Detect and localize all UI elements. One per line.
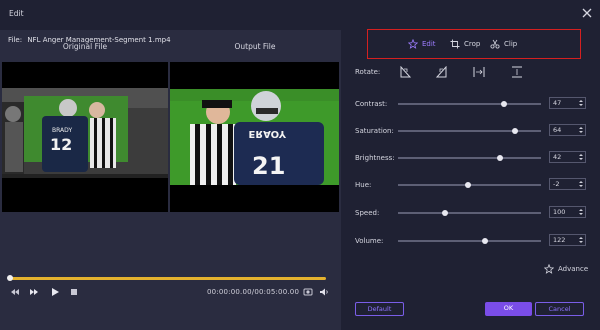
advance-label: Advance: [558, 265, 589, 273]
flip-horizontal-icon[interactable]: [472, 66, 486, 78]
timecode: 00:00:00.00/00:05:00.00: [207, 288, 300, 296]
tab-crop-label: Crop: [464, 40, 481, 48]
tab-clip-label: Clip: [504, 40, 518, 48]
magic-wand-icon: [544, 264, 554, 274]
rotate-label: Rotate:: [355, 68, 381, 76]
adjust-label-2: Brightness:: [355, 154, 395, 162]
flip-vertical-icon[interactable]: [510, 66, 524, 78]
tab-edit[interactable]: Edit: [408, 39, 436, 49]
spinner-arrows-icon[interactable]: [579, 153, 583, 161]
rotate-left-icon[interactable]: [398, 66, 412, 78]
fast-forward-icon[interactable]: [29, 287, 39, 297]
edit-mode-tabs: Edit Crop Clip: [367, 29, 581, 59]
adjust-value: -2: [553, 180, 560, 188]
window-title: Edit: [9, 9, 24, 18]
adjust-label-3: Hue:: [355, 181, 372, 189]
spinner-arrows-icon[interactable]: [579, 180, 583, 188]
adjust-value: 100: [553, 208, 566, 216]
default-button[interactable]: Default: [355, 302, 404, 316]
adjust-slider-track[interactable]: [398, 103, 541, 105]
adjust-value-input[interactable]: 122: [549, 234, 586, 246]
tab-edit-label: Edit: [422, 40, 436, 48]
close-icon[interactable]: [580, 6, 594, 20]
adjust-slider-track[interactable]: [398, 212, 541, 214]
adjust-slider-handle[interactable]: [500, 100, 507, 107]
adjust-value: 64: [553, 126, 562, 134]
play-icon[interactable]: [50, 287, 60, 297]
advance-button[interactable]: Advance: [544, 264, 588, 274]
adjust-label-1: Saturation:: [355, 127, 394, 135]
svg-text:21: 21: [252, 152, 285, 180]
adjust-slider-track[interactable]: [398, 157, 541, 159]
rewind-icon[interactable]: [10, 287, 20, 297]
ok-button[interactable]: OK: [485, 302, 532, 316]
jersey-number-text: 12: [50, 135, 72, 154]
cancel-button[interactable]: Cancel: [535, 302, 584, 316]
adjust-slider-handle[interactable]: [482, 237, 489, 244]
output-file-label: Output File: [234, 42, 276, 51]
rotate-right-icon[interactable]: [435, 66, 449, 78]
adjust-value-input[interactable]: 100: [549, 206, 586, 218]
original-file-label: Original File: [62, 42, 108, 51]
scissors-icon: [490, 39, 500, 49]
snapshot-icon[interactable]: [303, 287, 313, 297]
adjust-label-0: Contrast:: [355, 100, 388, 108]
edit-star-icon: [408, 39, 418, 49]
adjust-slider-handle[interactable]: [496, 154, 503, 161]
adjust-label-4: Speed:: [355, 209, 380, 217]
adjust-value-input[interactable]: 47: [549, 97, 586, 109]
tab-clip[interactable]: Clip: [490, 39, 517, 49]
crop-icon: [450, 39, 460, 49]
adjust-value: 42: [553, 153, 562, 161]
output-video-preview: YOAЯƎ 21: [170, 62, 339, 212]
original-video-preview: BRADY 12: [2, 62, 168, 212]
tab-crop[interactable]: Crop: [450, 39, 480, 49]
adjust-value-input[interactable]: 42: [549, 151, 586, 163]
stop-icon[interactable]: [69, 287, 79, 297]
adjust-slider-track[interactable]: [398, 240, 541, 242]
seek-bar[interactable]: [8, 277, 326, 280]
adjust-slider-track[interactable]: [398, 130, 541, 132]
adjust-label-5: Volume:: [355, 237, 384, 245]
seek-handle[interactable]: [7, 275, 13, 281]
spinner-arrows-icon[interactable]: [579, 208, 583, 216]
volume-icon[interactable]: [319, 287, 329, 297]
adjust-slider-handle[interactable]: [442, 209, 449, 216]
spinner-arrows-icon[interactable]: [579, 99, 583, 107]
adjust-value-input[interactable]: 64: [549, 124, 586, 136]
jersey-name-text: BRADY: [52, 127, 72, 134]
adjust-value: 122: [553, 236, 566, 244]
adjust-slider-handle[interactable]: [465, 181, 472, 188]
spinner-arrows-icon[interactable]: [579, 236, 583, 244]
svg-text:YOAЯƎ: YOAЯƎ: [248, 128, 287, 139]
title-bar: Edit: [0, 0, 600, 30]
spinner-arrows-icon[interactable]: [579, 126, 583, 134]
adjust-slider-handle[interactable]: [512, 127, 519, 134]
adjust-value-input[interactable]: -2: [549, 178, 586, 190]
adjust-value: 47: [553, 99, 562, 107]
